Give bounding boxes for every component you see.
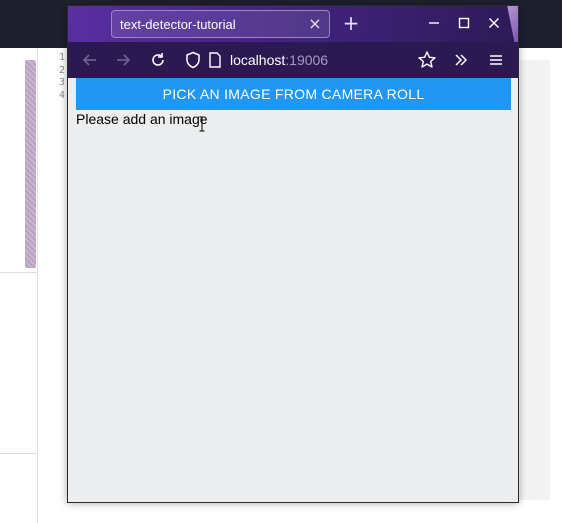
navigation-toolbar: localhost:19006: [68, 42, 518, 79]
tab-title: text-detector-tutorial: [120, 17, 236, 32]
page-icon: [209, 52, 221, 68]
shield-icon[interactable]: [185, 51, 201, 69]
line-number-gutter: 1 2 3 4: [40, 52, 68, 102]
text-cursor-icon: [199, 116, 205, 132]
browser-window: text-detector-tutorial × + localhost:190…: [67, 5, 519, 503]
close-tab-icon[interactable]: ×: [307, 15, 323, 33]
url-field[interactable]: localhost:19006: [230, 52, 328, 68]
maximize-icon[interactable]: [455, 14, 473, 32]
new-tab-button[interactable]: +: [340, 12, 362, 34]
editor-divider: [37, 48, 38, 523]
editor-divider: [0, 453, 37, 454]
page-viewport: PICK AN IMAGE FROM CAMERA ROLL Please ad…: [68, 78, 518, 502]
close-icon[interactable]: [485, 14, 503, 32]
pick-image-button[interactable]: PICK AN IMAGE FROM CAMERA ROLL: [76, 78, 511, 110]
placeholder-text: Please add an image: [76, 111, 208, 127]
minimize-icon[interactable]: [425, 14, 443, 32]
forward-arrow-icon[interactable]: [113, 50, 133, 70]
reload-icon[interactable]: [148, 50, 168, 70]
editor-scrollbar[interactable]: [25, 60, 36, 268]
back-arrow-icon[interactable]: [80, 50, 100, 70]
editor-divider: [0, 272, 37, 273]
hamburger-menu-icon[interactable]: [487, 51, 505, 69]
url-port: :19006: [285, 52, 329, 68]
line-number: 2: [58, 64, 65, 76]
background-panel: [520, 60, 550, 500]
tab-strip: text-detector-tutorial × +: [68, 6, 518, 42]
tab-text-detector-tutorial[interactable]: text-detector-tutorial ×: [111, 10, 330, 38]
chevron-double-right-icon[interactable]: [452, 51, 470, 69]
line-number: 1: [58, 52, 65, 63]
bookmark-star-icon[interactable]: [417, 50, 437, 70]
line-number: 4: [58, 89, 65, 101]
line-number: 3: [58, 77, 65, 88]
url-host: localhost: [230, 52, 286, 68]
